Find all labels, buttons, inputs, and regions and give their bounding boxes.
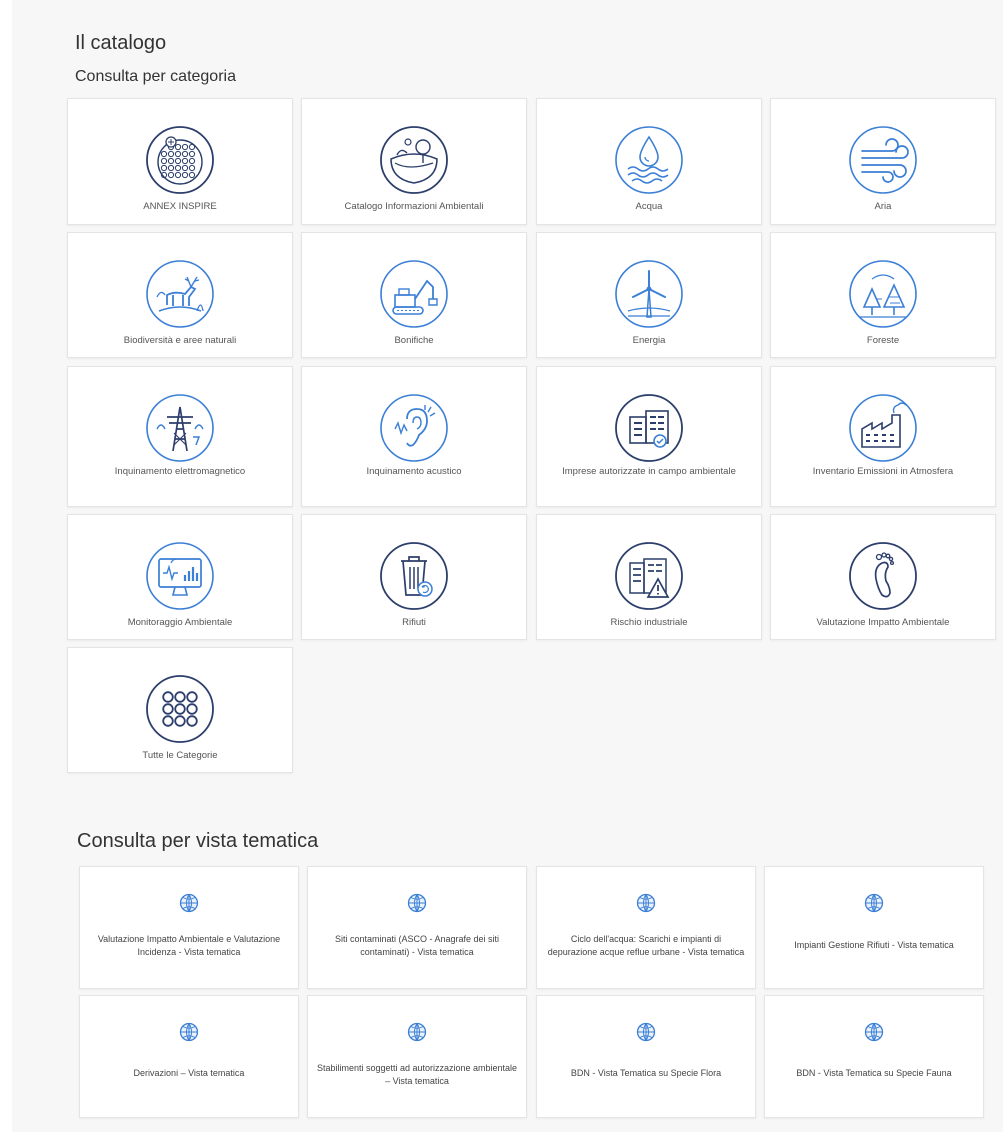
theme-label: Derivazioni – Vista tematica <box>133 1068 245 1078</box>
category-label: Tutte le Categorie <box>142 750 218 761</box>
water-drop-icon <box>614 125 684 195</box>
theme-card[interactable]: Ciclo dell'acqua: Scarichi e impianti di… <box>536 866 756 989</box>
category-label: Catalogo Informazioni Ambientali <box>344 201 484 212</box>
monitor-chart-icon <box>145 541 215 611</box>
theme-label: BDN - Vista Tematica su Specie Flora <box>570 1068 722 1078</box>
globe-icon <box>179 893 199 913</box>
category-card[interactable]: ANNEX INSPIRE <box>67 98 293 225</box>
theme-label: Siti contaminati (ASCO - Anagrafe dei si… <box>334 934 500 957</box>
category-label: ANNEX INSPIRE <box>143 201 217 212</box>
category-card[interactable]: Rischio industriale <box>536 514 762 640</box>
category-card[interactable]: Valutazione Impatto Ambientale <box>770 514 996 640</box>
forest-icon <box>848 259 918 329</box>
inspire-icon <box>145 125 215 195</box>
category-card[interactable]: Inquinamento acustico <box>301 366 527 507</box>
wind-turbine-icon <box>614 259 684 329</box>
category-label: Monitoraggio Ambientale <box>127 617 233 628</box>
category-card[interactable]: Energia <box>536 232 762 358</box>
category-card[interactable]: Monitoraggio Ambientale <box>67 514 293 640</box>
power-tower-icon <box>145 393 215 463</box>
category-label: Aria <box>874 201 892 212</box>
buildings-icon <box>614 393 684 463</box>
globe-icon <box>864 893 884 913</box>
category-card[interactable]: Inquinamento elettromagnetico <box>67 366 293 507</box>
left-strip <box>0 0 12 1132</box>
theme-card[interactable]: Valutazione Impatto Ambientale e Valutaz… <box>79 866 299 989</box>
theme-card[interactable]: Derivazioni – Vista tematica <box>79 995 299 1118</box>
category-label: Biodiversità e aree naturali <box>123 335 237 346</box>
category-label: Imprese autorizzate in campo ambientale <box>562 466 736 477</box>
theme-card[interactable]: Stabilimenti soggetti ad autorizzazione … <box>307 995 527 1118</box>
theme-label: BDN - Vista Tematica su Specie Fauna <box>796 1068 952 1078</box>
theme-card[interactable]: Siti contaminati (ASCO - Anagrafe dei si… <box>307 866 527 989</box>
warning-building-icon <box>614 541 684 611</box>
category-card[interactable]: Bonifiche <box>301 232 527 358</box>
globe-icon <box>407 1022 427 1042</box>
category-label: Energia <box>632 335 666 346</box>
category-card[interactable]: Rifiuti <box>301 514 527 640</box>
theme-label: Ciclo dell'acqua: Scarichi e impianti di… <box>547 934 745 957</box>
category-card[interactable]: Biodiversità e aree naturali <box>67 232 293 358</box>
category-label: Valutazione Impatto Ambientale <box>816 617 950 628</box>
category-label: Inquinamento acustico <box>366 466 462 477</box>
wind-icon <box>848 125 918 195</box>
globe-icon <box>636 1022 656 1042</box>
theme-card[interactable]: BDN - Vista Tematica su Specie Fauna <box>764 995 984 1118</box>
category-card[interactable]: Imprese autorizzate in campo ambientale <box>536 366 762 507</box>
theme-label: Impianti Gestione Rifiuti - Vista temati… <box>794 940 954 950</box>
category-card[interactable]: Aria <box>770 98 996 225</box>
category-label: Inventario Emissioni in Atmosfera <box>812 466 954 477</box>
category-card[interactable]: Acqua <box>536 98 762 225</box>
globe-icon <box>179 1022 199 1042</box>
landscape-icon <box>379 125 449 195</box>
theme-card[interactable]: BDN - Vista Tematica su Specie Flora <box>536 995 756 1118</box>
category-label: Rifiuti <box>402 617 426 628</box>
factory-icon <box>848 393 918 463</box>
category-card[interactable]: Catalogo Informazioni Ambientali <box>301 98 527 225</box>
footprint-icon <box>848 541 918 611</box>
page-title: Il catalogo <box>75 32 167 54</box>
theme-card[interactable]: Impianti Gestione Rifiuti - Vista temati… <box>764 866 984 989</box>
trash-bin-icon <box>379 541 449 611</box>
globe-icon <box>407 893 427 913</box>
category-label: Acqua <box>635 201 663 212</box>
category-label: Inquinamento elettromagnetico <box>114 466 246 477</box>
categories-heading: Consulta per categoria <box>75 68 236 85</box>
theme-label: Valutazione Impatto Ambientale e Valutaz… <box>97 934 281 957</box>
category-label: Foreste <box>866 335 900 346</box>
themes-heading: Consulta per vista tematica <box>77 830 319 852</box>
category-card[interactable]: Tutte le Categorie <box>67 647 293 773</box>
deer-icon <box>145 259 215 329</box>
globe-icon <box>864 1022 884 1042</box>
globe-icon <box>636 893 656 913</box>
category-card[interactable]: Foreste <box>770 232 996 358</box>
ear-sound-icon <box>379 393 449 463</box>
grid-dots-icon <box>145 674 215 744</box>
theme-label: Stabilimenti soggetti ad autorizzazione … <box>316 1063 518 1086</box>
category-card[interactable]: Inventario Emissioni in Atmosfera <box>770 366 996 507</box>
category-label: Bonifiche <box>394 335 434 346</box>
excavator-icon <box>379 259 449 329</box>
category-label: Rischio industriale <box>610 617 688 628</box>
